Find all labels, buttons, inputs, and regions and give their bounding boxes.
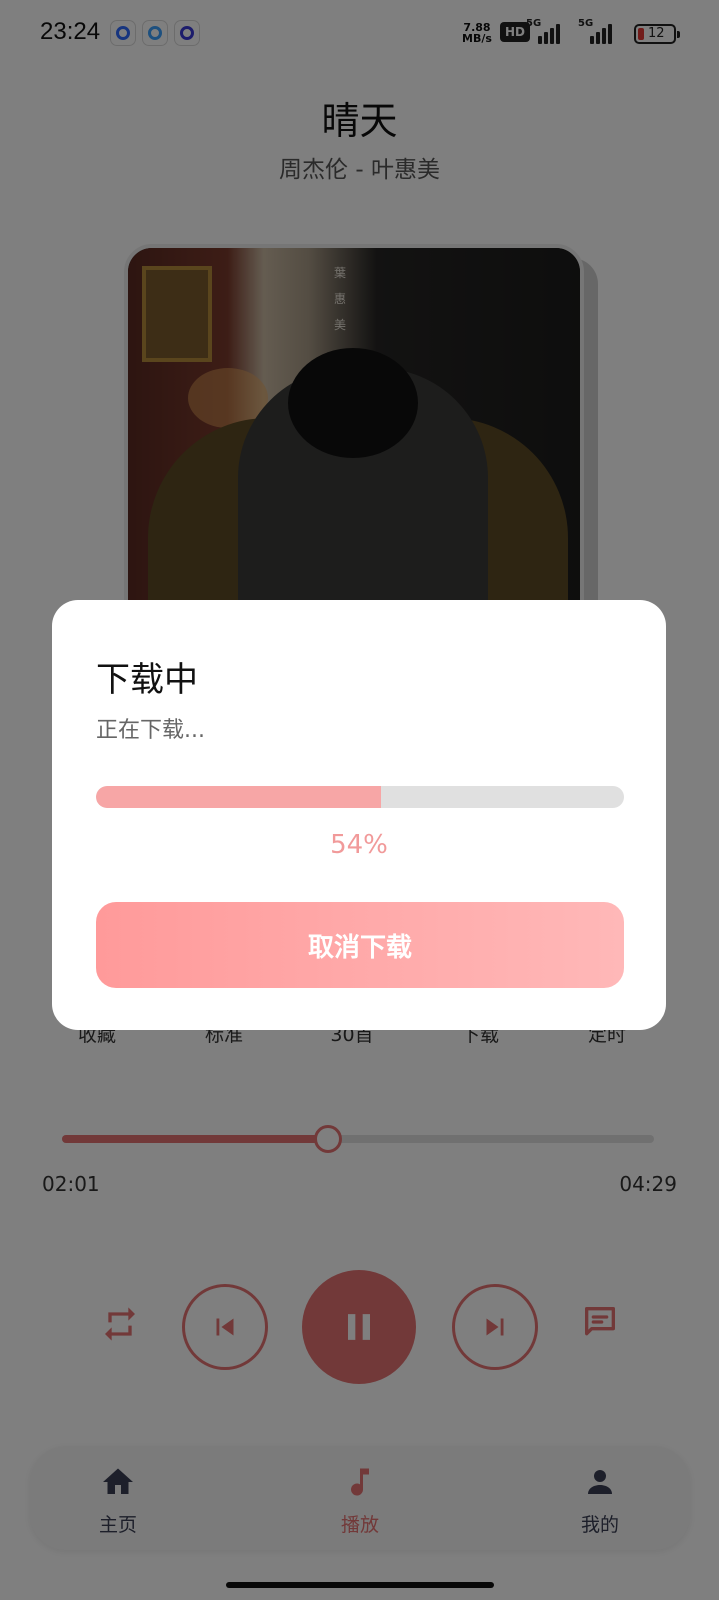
- dialog-message: 正在下载...: [96, 718, 205, 743]
- player-screen: 23:24 7.88 MB/s HD 5G 5G 12 晴天 周杰伦 - 叶惠美: [0, 0, 719, 1600]
- download-dialog: 下载中 正在下载... 54% 取消下载: [52, 600, 666, 1030]
- download-percent: 54%: [330, 830, 388, 860]
- dialog-title: 下载中: [96, 660, 198, 700]
- cancel-download-button[interactable]: 取消下载: [96, 902, 624, 988]
- download-progress-fill: [96, 786, 382, 808]
- download-progress-bar: [96, 786, 624, 808]
